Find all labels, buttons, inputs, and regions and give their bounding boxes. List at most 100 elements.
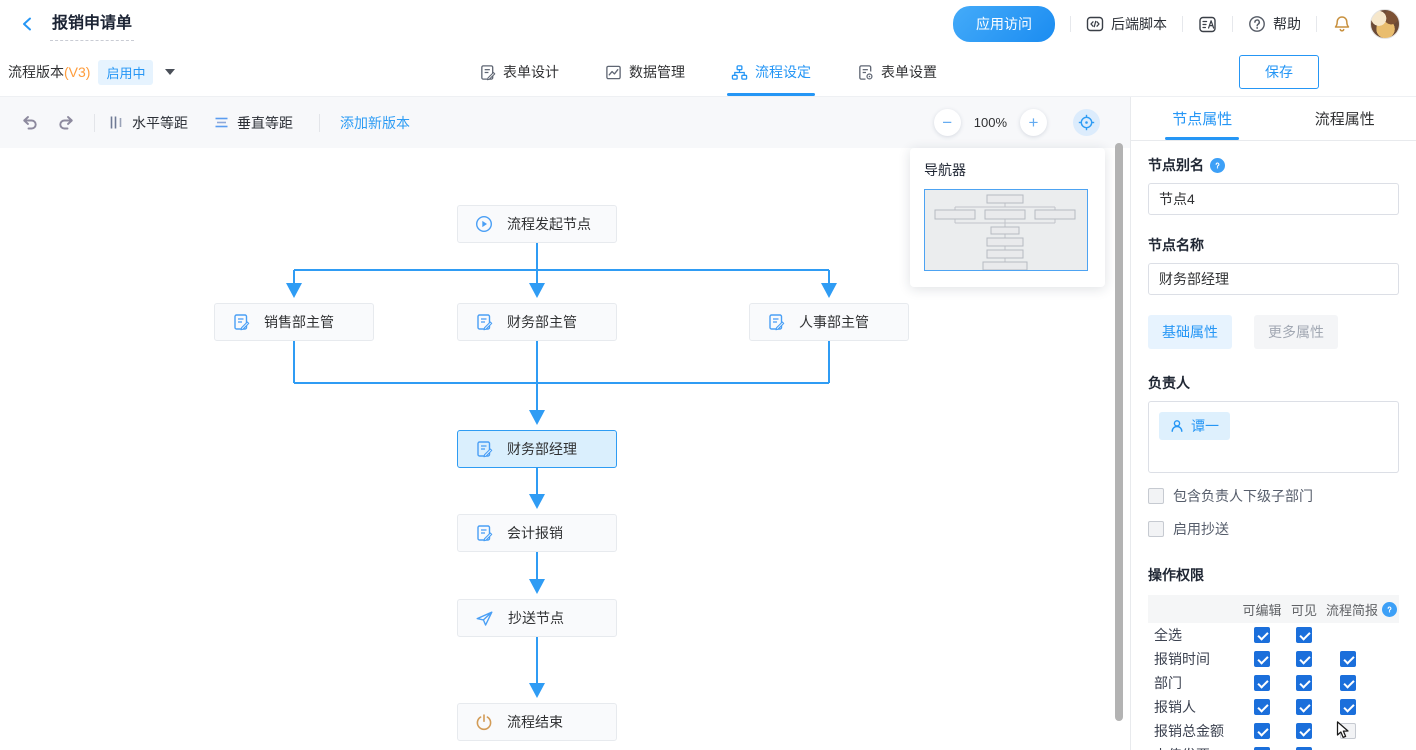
user-avatar[interactable] [1370, 9, 1400, 39]
save-button[interactable]: 保存 [1239, 55, 1319, 89]
checkbox[interactable] [1148, 488, 1164, 504]
checkbox[interactable] [1296, 723, 1312, 739]
col-brief: 流程简报 [1323, 600, 1399, 619]
chevron-down-icon[interactable] [165, 69, 175, 75]
node-alias-input[interactable] [1148, 183, 1399, 215]
checkbox[interactable] [1340, 723, 1356, 739]
vertical-spacing-label: 垂直等距 [237, 113, 293, 133]
include-sub-dept-checkbox-row[interactable]: 包含负责人下级子部门 [1148, 486, 1399, 506]
node-name-label: 节点名称 [1148, 235, 1399, 255]
play-circle-icon [475, 215, 493, 233]
tab-flow-setting[interactable]: 流程设定 [731, 48, 811, 96]
back-button[interactable] [16, 12, 40, 36]
form-settings-icon [857, 64, 874, 81]
node-label: 人事部主管 [799, 312, 869, 332]
backend-script-label: 后端脚本 [1111, 14, 1167, 34]
minimap-graphic [925, 190, 1087, 270]
node-name-input[interactable] [1148, 263, 1399, 295]
canvas-toolbar: 水平等距 垂直等距 添加新版本 − 100% + [0, 97, 1130, 148]
node-sales-supervisor[interactable]: 销售部主管 [214, 303, 374, 341]
checkbox[interactable] [1254, 723, 1270, 739]
navigator-title: 导航器 [924, 160, 1091, 180]
vertical-scrollbar[interactable] [1115, 143, 1123, 721]
checkbox[interactable] [1340, 651, 1356, 667]
table-row: 报销总金额 [1148, 719, 1399, 743]
zoom-in-button[interactable]: + [1020, 109, 1047, 136]
data-chart-icon [605, 64, 622, 81]
owner-tag[interactable]: 谭一 [1159, 412, 1230, 440]
main-area: 水平等距 垂直等距 添加新版本 − 100% + [0, 97, 1416, 750]
owner-picker[interactable]: 谭一 [1148, 401, 1399, 473]
checkbox[interactable] [1296, 675, 1312, 691]
question-circle-icon [1248, 15, 1266, 33]
tab-form-design[interactable]: 表单设计 [479, 48, 559, 96]
sub-header: 流程版本(V3) 启用中 表单设计 数据管理 流程设定 [0, 48, 1416, 97]
node-start[interactable]: 流程发起节点 [457, 205, 617, 243]
tab-form-settings[interactable]: 表单设置 [857, 48, 937, 96]
status-badge: 启用中 [98, 60, 153, 85]
help-button[interactable]: 帮助 [1248, 14, 1301, 34]
tab-flow-properties[interactable]: 流程属性 [1274, 97, 1416, 140]
checkbox[interactable] [1254, 627, 1270, 643]
table-row: 全选 [1148, 623, 1399, 647]
node-label: 财务部主管 [507, 312, 577, 332]
panel-body: 节点别名 节点名称 基础属性 更多属性 负责人 [1131, 141, 1416, 750]
flow-canvas: 水平等距 垂直等距 添加新版本 − 100% + [0, 97, 1130, 750]
checkbox[interactable] [1254, 675, 1270, 691]
help-icon[interactable] [1210, 158, 1225, 173]
checkbox[interactable] [1296, 627, 1312, 643]
person-icon [1170, 419, 1184, 433]
horizontal-lines-icon [214, 115, 229, 130]
document-edit-icon [232, 313, 250, 331]
permissions-table: 可编辑 可见 流程简报 全选 [1148, 595, 1399, 750]
translate-button[interactable] [1198, 15, 1217, 34]
crosshair-icon [1078, 114, 1095, 131]
help-icon[interactable] [1382, 602, 1397, 617]
node-hr-supervisor[interactable]: 人事部主管 [749, 303, 909, 341]
power-icon [475, 713, 493, 731]
checkbox[interactable] [1340, 699, 1356, 715]
enable-cc-checkbox-row[interactable]: 启用抄送 [1148, 519, 1399, 539]
redo-button[interactable] [57, 113, 76, 132]
node-finance-supervisor[interactable]: 财务部主管 [457, 303, 617, 341]
include-sub-dept-label: 包含负责人下级子部门 [1173, 486, 1313, 506]
checkbox[interactable] [1254, 651, 1270, 667]
flow-version-selector[interactable]: 流程版本(V3) 启用中 [8, 60, 175, 85]
tab-data-management[interactable]: 数据管理 [605, 48, 685, 96]
navigator-minimap[interactable] [924, 189, 1088, 271]
zoom-level: 100% [974, 115, 1007, 130]
add-version-link[interactable]: 添加新版本 [340, 113, 410, 133]
node-cc[interactable]: 抄送节点 [457, 599, 617, 637]
node-label: 流程发起节点 [507, 214, 591, 234]
node-accounting[interactable]: 会计报销 [457, 514, 617, 552]
vertical-spacing-button[interactable]: 垂直等距 [214, 113, 293, 133]
translate-icon [1198, 15, 1217, 34]
checkbox[interactable] [1340, 675, 1356, 691]
flow-chart-icon [731, 64, 748, 81]
col-editable: 可编辑 [1239, 600, 1285, 619]
table-row: 报销人 [1148, 695, 1399, 719]
node-end[interactable]: 流程结束 [457, 703, 617, 741]
locate-button[interactable] [1073, 109, 1100, 136]
horizontal-spacing-button[interactable]: 水平等距 [109, 113, 188, 133]
version-tag: (V3) [64, 64, 90, 80]
checkbox[interactable] [1254, 699, 1270, 715]
tab-label: 流程设定 [755, 62, 811, 82]
panel-tabs: 节点属性 流程属性 [1131, 97, 1416, 141]
tab-node-properties[interactable]: 节点属性 [1131, 97, 1274, 140]
backend-script-button[interactable]: 后端脚本 [1086, 14, 1167, 34]
zoom-out-button[interactable]: − [934, 109, 961, 136]
checkbox[interactable] [1148, 521, 1164, 537]
code-icon [1086, 15, 1104, 33]
more-attributes-button[interactable]: 更多属性 [1254, 315, 1338, 349]
notification-bell-icon[interactable] [1332, 14, 1352, 34]
undo-button[interactable] [20, 113, 39, 132]
tab-label: 表单设置 [881, 62, 937, 82]
app-access-button[interactable]: 应用访问 [953, 6, 1055, 42]
checkbox[interactable] [1296, 699, 1312, 715]
page-title[interactable]: 报销申请单 [50, 7, 134, 41]
basic-attributes-button[interactable]: 基础属性 [1148, 315, 1232, 349]
back-chevron-icon [19, 15, 37, 33]
node-finance-manager[interactable]: 财务部经理 [457, 430, 617, 468]
checkbox[interactable] [1296, 651, 1312, 667]
